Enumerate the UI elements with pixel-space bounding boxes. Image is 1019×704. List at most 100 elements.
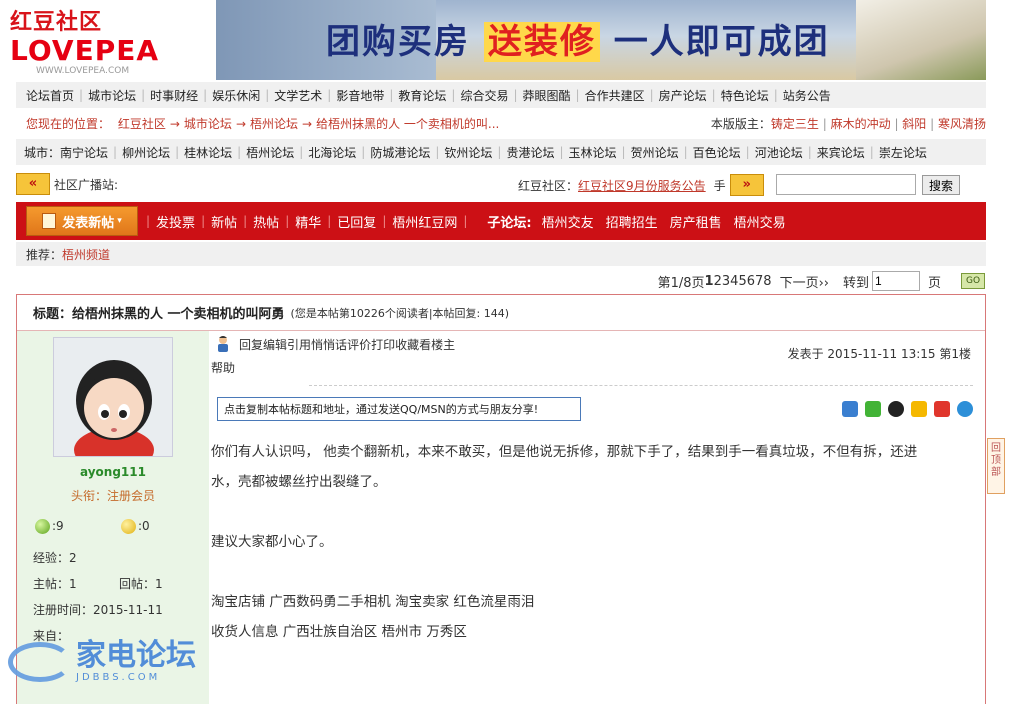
breadcrumb-arrow-icon: → — [235, 116, 246, 131]
post-action-link[interactable]: 编辑 — [263, 336, 287, 353]
post-body-line: 收货人信息 广西壮族自治区 梧州市 万秀区 — [211, 624, 467, 640]
post-action-link[interactable]: 打印 — [371, 336, 395, 353]
main-nav-item[interactable]: 教育论坛 — [393, 87, 451, 104]
city-nav-item[interactable]: 贺州论坛 — [626, 144, 684, 161]
breadcrumb-item[interactable]: 给梧州抹黑的人 一个卖相机的叫... — [316, 117, 499, 131]
banner-slogan-a: 团购买房 — [326, 22, 470, 62]
breadcrumb-left: 您现在的位置： 红豆社区 → 城市论坛 → 梧州论坛 → 给梧州抹黑的人 一个卖相机的叫..… — [16, 115, 503, 132]
new-post-button[interactable]: 发表新帖 ▾ — [26, 206, 138, 236]
breadcrumb-item[interactable]: 梧州论坛 — [250, 117, 298, 131]
moderator-link[interactable]: 麻木的冲动 — [831, 117, 891, 131]
site-logo[interactable]: 红豆社区 LOVEPEA WWW.LOVEPEA.COM — [10, 4, 210, 76]
page-link[interactable]: 4 — [730, 274, 738, 289]
toolbar-item[interactable]: 梧州红豆网 — [386, 212, 463, 231]
city-nav-item[interactable]: 玉林论坛 — [564, 144, 622, 161]
toolbar-item[interactable]: 发投票 — [150, 212, 201, 231]
city-nav-item[interactable]: 百色论坛 — [688, 144, 746, 161]
page-link[interactable]: 5 — [738, 274, 746, 289]
recommend-link[interactable]: 梧州频道 — [62, 246, 110, 263]
qzone-icon[interactable] — [911, 401, 927, 417]
sub-forum-item[interactable]: 梧州交友 — [536, 212, 600, 231]
post-action-link[interactable]: 收藏 — [395, 336, 419, 353]
post-action-link[interactable]: 悄悄话 — [311, 336, 347, 353]
main-nav-item[interactable]: 合作共建区 — [580, 87, 650, 104]
watermark-logo-icon — [8, 641, 72, 682]
sub-forum-item[interactable]: 梧州交易 — [728, 212, 792, 231]
toolbar-item[interactable]: 精华 — [289, 212, 327, 231]
post-action-link[interactable]: 看楼主 — [419, 336, 455, 353]
yellow-dot-icon — [121, 519, 136, 534]
next-page-link[interactable]: 下一页›› — [780, 272, 829, 291]
toolbar-item[interactable]: 新帖 — [205, 212, 243, 231]
main-nav-item[interactable]: 时事财经 — [145, 87, 203, 104]
toolbar-item[interactable]: 热帖 — [247, 212, 285, 231]
city-nav-item[interactable]: 钦州论坛 — [439, 144, 497, 161]
post-action-link[interactable]: 评价 — [347, 336, 371, 353]
city-nav-item[interactable]: 防城港论坛 — [365, 144, 435, 161]
moderator-link[interactable]: 寒风清扬 — [938, 117, 986, 131]
ad-banner[interactable]: 团购买房 送装修 一人即可成团 — [216, 0, 986, 80]
moderator-separator: | — [890, 116, 903, 131]
main-nav-item[interactable]: 房产论坛 — [654, 87, 712, 104]
post-body-line — [211, 557, 971, 587]
city-nav-item[interactable]: 河池论坛 — [750, 144, 808, 161]
prev-arrow-button[interactable]: « — [16, 173, 50, 195]
main-nav-item[interactable]: 论坛首页 — [16, 87, 79, 104]
main-nav-item[interactable]: 特色论坛 — [716, 87, 774, 104]
search-input[interactable] — [776, 174, 916, 195]
city-nav-item[interactable]: 崇左论坛 — [874, 144, 932, 161]
breadcrumb-prefix: 您现在的位置： — [26, 116, 111, 131]
city-nav: 城市： 南宁论坛 | 柳州论坛 | 桂林论坛 | 梧州论坛 | 北海论坛 | 防城港论坛 | 钦州论坛 | 贵… — [16, 139, 986, 165]
page-link[interactable]: 2 — [714, 274, 722, 289]
sub-forum-item[interactable]: 房产租售 — [664, 212, 728, 231]
post-action-link[interactable]: 回复 — [239, 336, 263, 353]
city-nav-item[interactable]: 南宁论坛 — [60, 144, 113, 161]
post-actions: 回复 编辑 引用 悄悄话 评价 打印 收藏 看楼主 — [215, 335, 455, 353]
post-date: 发表于 2015-11-11 13:15 第1楼 — [787, 347, 971, 361]
page-link[interactable]: 1 — [705, 274, 714, 289]
avatar[interactable] — [53, 337, 173, 457]
go-button[interactable]: GO — [961, 273, 985, 289]
main-nav-item[interactable]: 站务公告 — [778, 87, 836, 104]
main-nav-item[interactable]: 城市论坛 — [83, 87, 141, 104]
post-action-link[interactable]: 引用 — [287, 336, 311, 353]
main-nav-item[interactable]: 综合交易 — [455, 87, 513, 104]
share-copy-box[interactable]: 点击复制本帖标题和地址，通过发送QQ/MSN的方式与朋友分享! — [217, 397, 581, 421]
add-share-icon[interactable] — [842, 401, 858, 417]
city-nav-item[interactable]: 桂林论坛 — [179, 144, 237, 161]
search-button[interactable]: 搜索 — [922, 175, 961, 195]
logo-cn-text: 红豆社区 — [10, 10, 103, 35]
wechat-icon[interactable] — [865, 401, 881, 417]
city-nav-item[interactable]: 柳州论坛 — [117, 144, 175, 161]
back-to-top-button[interactable]: 回顶部 — [987, 438, 1005, 494]
toolbar-item[interactable]: 已回复 — [331, 212, 382, 231]
announcement-link[interactable]: 红豆社区9月份服务公告 — [578, 177, 706, 194]
page-link[interactable]: 8 — [763, 274, 771, 289]
next-arrow-button[interactable]: » — [729, 174, 764, 196]
recommend-label: 推荐： — [26, 247, 63, 262]
page-link[interactable]: 7 — [755, 274, 763, 289]
city-nav-item[interactable]: 贵港论坛 — [501, 144, 559, 161]
main-nav-item[interactable]: 影音地带 — [331, 87, 389, 104]
main-nav-item[interactable]: 娱乐休闲 — [207, 87, 265, 104]
city-nav-item[interactable]: 来宾论坛 — [812, 144, 870, 161]
breadcrumb-item[interactable]: 红豆社区 — [118, 117, 166, 131]
author-name[interactable]: ayong111 — [17, 465, 209, 479]
help-link[interactable]: 帮助 — [211, 359, 235, 376]
green-badge: :9 — [35, 519, 64, 534]
page-link[interactable]: 6 — [747, 274, 755, 289]
main-nav-item[interactable]: 文学艺术 — [269, 87, 327, 104]
main-nav-item[interactable]: 莽眼图酷 — [518, 87, 576, 104]
weibo-icon[interactable] — [934, 401, 950, 417]
tencent-weibo-icon[interactable] — [957, 401, 973, 417]
moderator-link[interactable]: 斜阳 — [902, 117, 926, 131]
goto-page-input[interactable] — [871, 271, 920, 291]
breadcrumb-item[interactable]: 城市论坛 — [184, 117, 232, 131]
page-link[interactable]: 3 — [722, 274, 730, 289]
qq-icon[interactable] — [888, 401, 904, 417]
sub-forum-item[interactable]: 招聘招生 — [600, 212, 664, 231]
moderator-link[interactable]: 铸定三生 — [771, 117, 819, 131]
city-nav-item[interactable]: 梧州论坛 — [241, 144, 299, 161]
moderator-label: 本版版主： — [710, 116, 771, 131]
city-nav-item[interactable]: 北海论坛 — [303, 144, 361, 161]
